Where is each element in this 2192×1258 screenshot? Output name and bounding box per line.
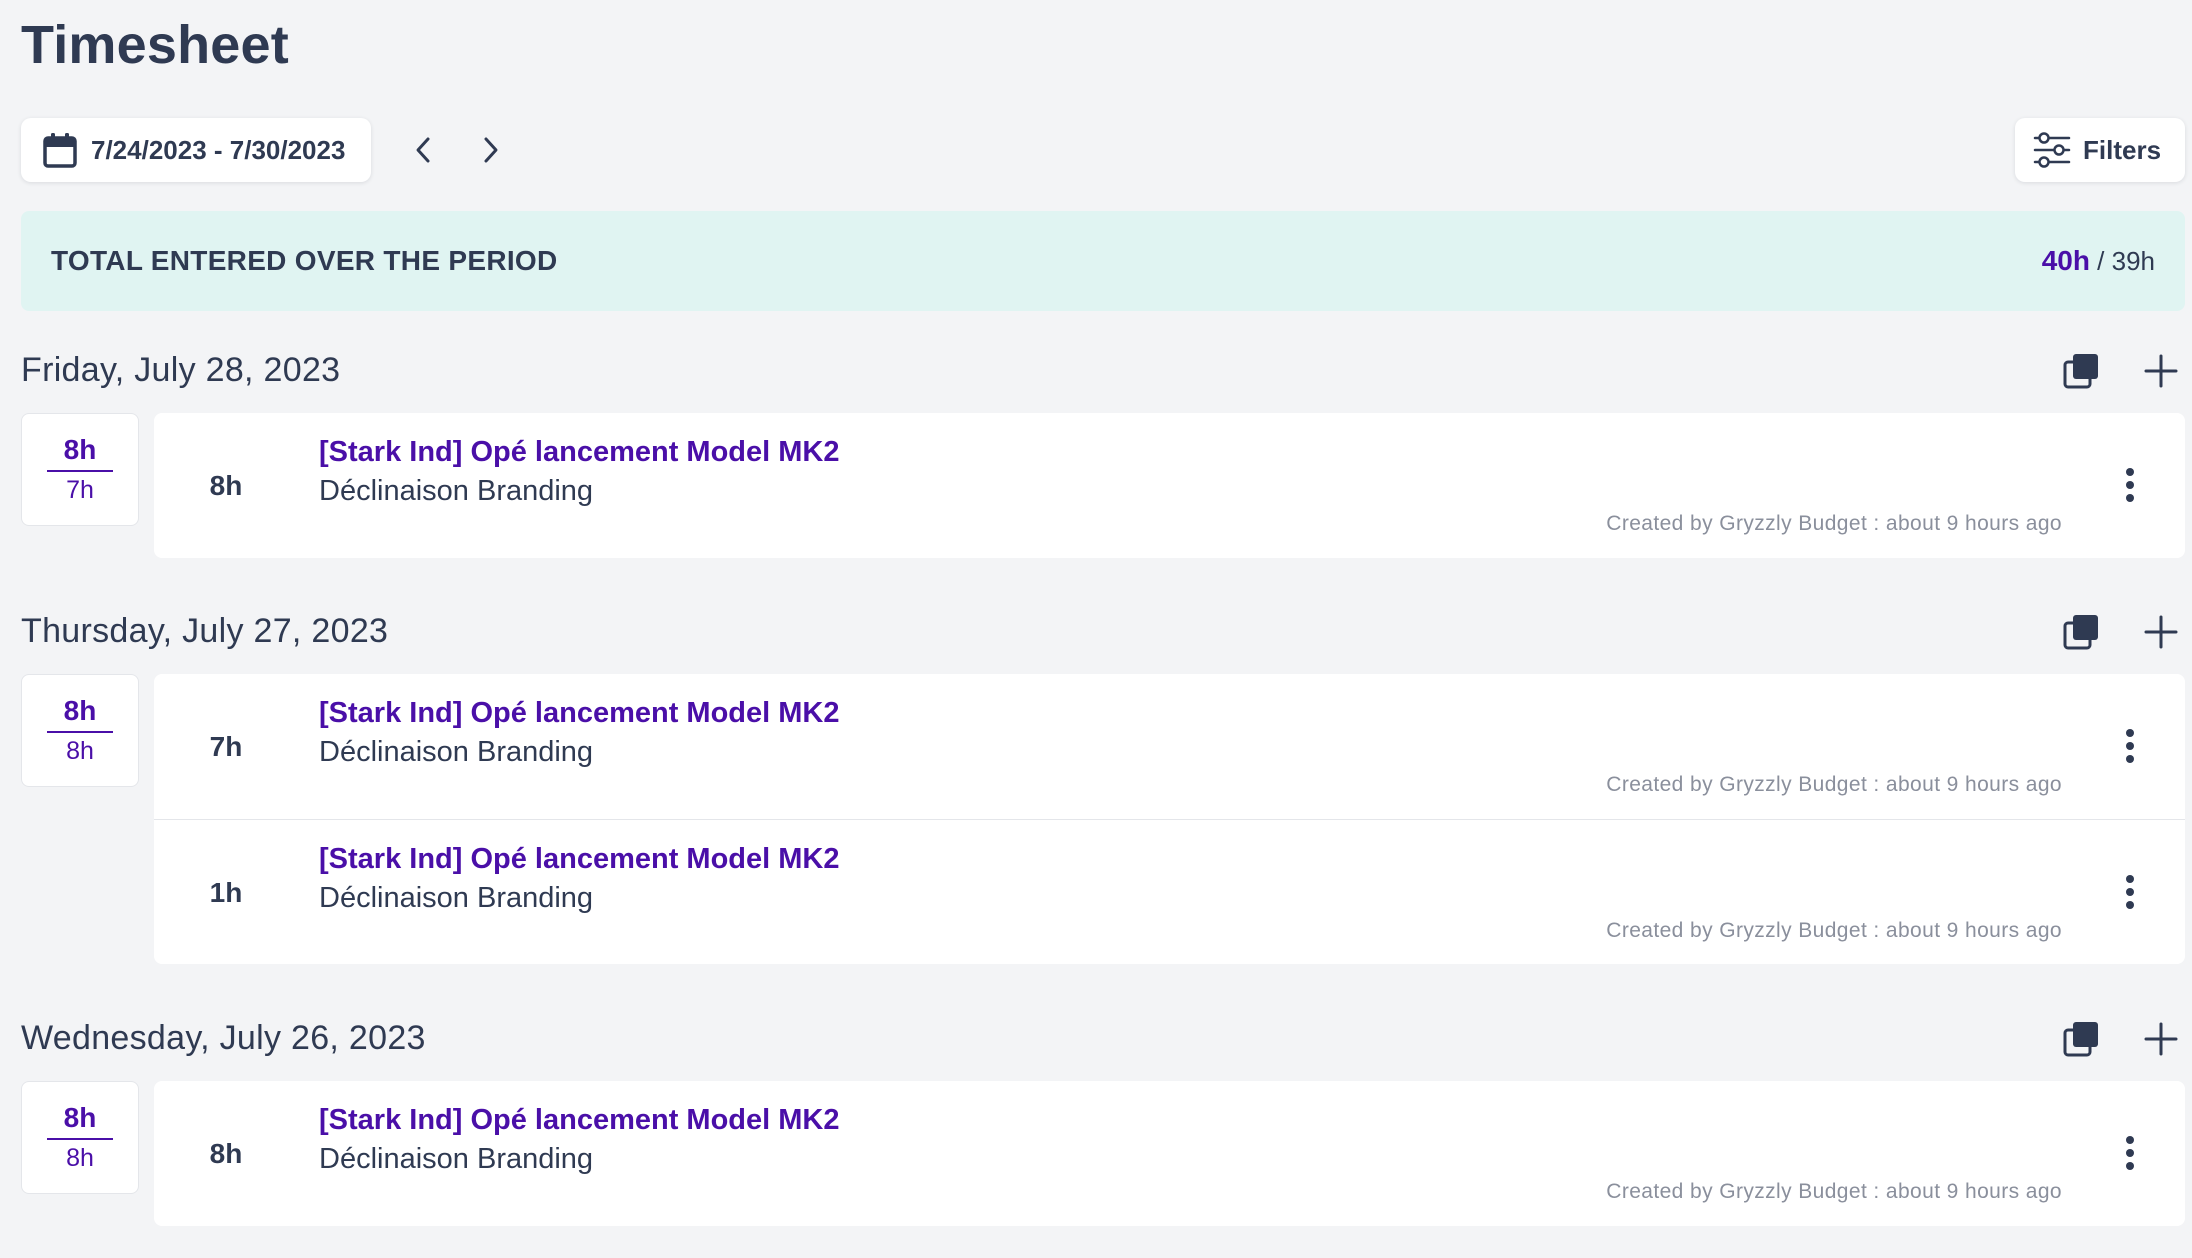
next-week-button[interactable] (471, 130, 511, 170)
calendar-icon (43, 133, 77, 168)
day-entered-hours: 8h (47, 434, 113, 472)
total-expected: 39h (2111, 246, 2155, 276)
total-entered: 40h (2041, 245, 2090, 276)
entry-menu-button[interactable] (2115, 722, 2145, 770)
copy-icon (2063, 615, 2098, 650)
day-hours-summary: 8h 8h (21, 674, 139, 787)
chevron-right-icon (484, 137, 498, 163)
day-actions (2057, 608, 2185, 656)
day-entered-hours: 8h (47, 695, 113, 733)
total-values: 40h / 39h (2042, 245, 2155, 277)
duplicate-day-button[interactable] (2057, 1015, 2105, 1063)
entry-project[interactable]: [Stark Ind] Opé lancement Model MK2 (319, 843, 839, 876)
copy-icon (2063, 1022, 2098, 1057)
day-actions (2057, 1015, 2185, 1063)
filters-button[interactable]: Filters (2015, 118, 2185, 182)
entries-card: 8h [Stark Ind] Opé lancement Model MK2 D… (154, 1081, 2185, 1226)
filters-label: Filters (2083, 134, 2162, 165)
more-vertical-icon (2126, 468, 2134, 502)
date-range-label: 7/24/2023 - 7/30/2023 (91, 134, 346, 165)
sliders-icon (2033, 132, 2071, 168)
duplicate-day-button[interactable] (2057, 347, 2105, 395)
more-vertical-icon (2126, 1136, 2134, 1170)
entry-project[interactable]: [Stark Ind] Opé lancement Model MK2 (319, 697, 839, 730)
time-entry[interactable]: 1h [Stark Ind] Opé lancement Model MK2 D… (154, 819, 2185, 964)
entry-hours: 8h (209, 1137, 243, 1169)
entry-task: Déclinaison Branding (319, 736, 594, 768)
time-entry[interactable]: 7h [Stark Ind] Opé lancement Model MK2 D… (154, 674, 2185, 819)
day-actions (2057, 347, 2185, 395)
chevron-left-icon (416, 137, 430, 163)
entry-menu-button[interactable] (2115, 1129, 2145, 1177)
copy-icon (2063, 354, 2098, 389)
entry-hours: 7h (209, 730, 243, 762)
plus-icon (2144, 354, 2178, 388)
entry-task: Déclinaison Branding (319, 1143, 594, 1175)
entry-menu-button[interactable] (2115, 461, 2145, 509)
total-separator: / (2089, 246, 2112, 276)
entry-meta: Created by Gryzzly Budget : about 9 hour… (1606, 512, 2062, 535)
entry-task: Déclinaison Branding (319, 882, 594, 914)
entry-project[interactable]: [Stark Ind] Opé lancement Model MK2 (319, 1104, 839, 1137)
date-range-picker[interactable]: 7/24/2023 - 7/30/2023 (21, 118, 371, 182)
total-title: TOTAL ENTERED OVER THE PERIOD (51, 245, 558, 276)
entry-meta: Created by Gryzzly Budget : about 9 hour… (1606, 773, 2062, 796)
day-hours-summary: 8h 8h (21, 1081, 139, 1194)
day-expected-hours: 7h (66, 476, 94, 504)
total-period-banner: TOTAL ENTERED OVER THE PERIOD 40h / 39h (21, 211, 2185, 311)
entry-menu-button[interactable] (2115, 868, 2145, 916)
page-title: Timesheet (21, 15, 289, 75)
more-vertical-icon (2126, 729, 2134, 763)
day-expected-hours: 8h (66, 1144, 94, 1172)
entry-meta: Created by Gryzzly Budget : about 9 hour… (1606, 1180, 2062, 1203)
entry-project[interactable]: [Stark Ind] Opé lancement Model MK2 (319, 436, 839, 469)
entry-meta: Created by Gryzzly Budget : about 9 hour… (1606, 919, 2062, 942)
entry-hours: 8h (209, 469, 243, 501)
day-title: Friday, July 28, 2023 (21, 351, 341, 389)
entry-task: Déclinaison Branding (319, 475, 594, 507)
previous-week-button[interactable] (403, 130, 443, 170)
entries-card: 8h [Stark Ind] Opé lancement Model MK2 D… (154, 413, 2185, 558)
duplicate-day-button[interactable] (2057, 608, 2105, 656)
toolbar: 7/24/2023 - 7/30/2023 Filters (21, 118, 2185, 182)
add-entry-button[interactable] (2137, 347, 2185, 395)
more-vertical-icon (2126, 875, 2134, 909)
day-title: Wednesday, July 26, 2023 (21, 1019, 426, 1057)
plus-icon (2144, 1022, 2178, 1056)
entries-card: 7h [Stark Ind] Opé lancement Model MK2 D… (154, 674, 2185, 964)
day-expected-hours: 8h (66, 737, 94, 765)
day-entered-hours: 8h (47, 1102, 113, 1140)
entry-hours: 1h (209, 876, 243, 908)
add-entry-button[interactable] (2137, 1015, 2185, 1063)
day-hours-summary: 8h 7h (21, 413, 139, 526)
time-entry[interactable]: 8h [Stark Ind] Opé lancement Model MK2 D… (154, 413, 2185, 558)
time-entry[interactable]: 8h [Stark Ind] Opé lancement Model MK2 D… (154, 1081, 2185, 1226)
plus-icon (2144, 615, 2178, 649)
day-title: Thursday, July 27, 2023 (21, 612, 389, 650)
add-entry-button[interactable] (2137, 608, 2185, 656)
